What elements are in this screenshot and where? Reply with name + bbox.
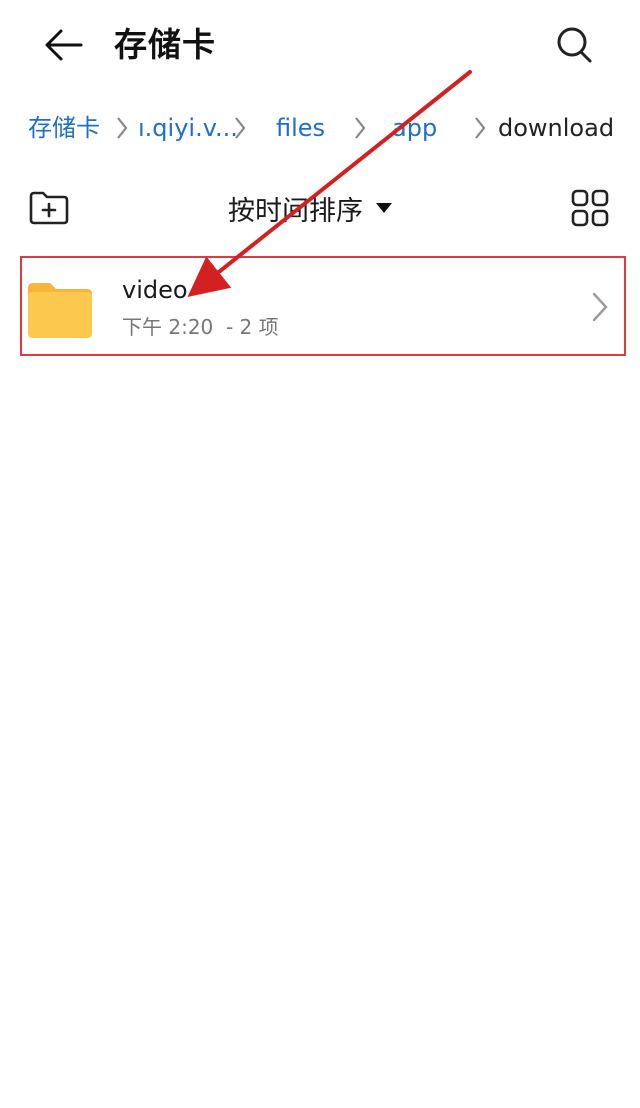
file-name: video <box>122 276 188 304</box>
search-icon <box>557 27 592 63</box>
page-title: 存储卡 <box>114 25 216 64</box>
new-folder-button[interactable] <box>24 186 74 230</box>
file-meta: 下午 2:20 - 2 项 <box>122 315 279 339</box>
breadcrumb-qiyi[interactable]: ı.qiyi.v... <box>138 108 238 148</box>
annotation-arrow <box>187 70 472 297</box>
back-arrow-icon <box>45 29 83 61</box>
chevron-right-icon <box>117 117 128 139</box>
back-button[interactable] <box>36 22 90 68</box>
sort-button[interactable]: 按时间排序 <box>228 186 393 230</box>
folder-icon <box>28 283 92 338</box>
breadcrumb-files[interactable]: files <box>276 108 325 148</box>
caret-down-icon <box>376 203 392 213</box>
breadcrumb-storage-card[interactable]: 存储卡 <box>28 108 100 148</box>
chevron-right-icon <box>592 292 608 322</box>
breadcrumb-app[interactable]: app <box>392 108 437 148</box>
chevron-right-icon <box>235 117 246 139</box>
chevron-right-icon <box>475 117 486 139</box>
chevron-right-icon <box>355 117 366 139</box>
breadcrumb-download: download <box>498 114 615 142</box>
sort-label: 按时间排序 <box>228 195 363 227</box>
file-row-video[interactable] <box>20 256 626 356</box>
grid-view-button[interactable] <box>566 184 614 232</box>
grid-view-icon <box>571 189 609 227</box>
search-button[interactable] <box>548 18 602 72</box>
new-folder-icon <box>29 191 69 225</box>
